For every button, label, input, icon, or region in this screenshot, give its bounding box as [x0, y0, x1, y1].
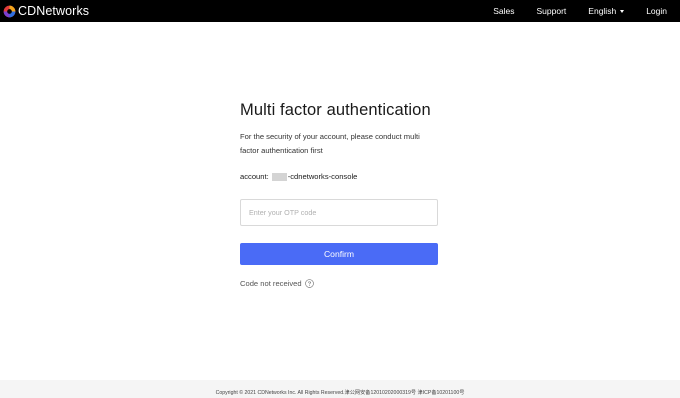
cdnetworks-logo-icon: [3, 5, 16, 17]
mfa-panel: Multi factor authentication For the secu…: [240, 101, 438, 288]
help-circle-icon[interactable]: [304, 279, 314, 288]
account-value: -cdnetworks-console: [287, 172, 358, 181]
mfa-description: For the security of your account, please…: [240, 132, 420, 155]
code-not-received-link[interactable]: Code not received: [240, 279, 438, 288]
otp-code-input[interactable]: [240, 199, 438, 226]
top-nav: Sales Support English Login: [471, 6, 667, 16]
account-label: account:: [240, 172, 269, 181]
language-dropdown[interactable]: English: [588, 6, 625, 16]
redacted-account-prefix: [271, 172, 287, 181]
language-label: English: [588, 6, 617, 16]
chevron-down-icon: [620, 9, 625, 13]
footer-copyright: Copyright © 2021 CDNetworks Inc. All Rig…: [215, 390, 465, 396]
account-row: account: -cdnetworks-console: [240, 172, 438, 181]
nav-sales-link[interactable]: Sales: [493, 6, 514, 16]
nav-support-link[interactable]: Support: [537, 6, 567, 16]
brand[interactable]: CDNetworks: [3, 4, 89, 18]
confirm-button[interactable]: Confirm: [240, 243, 438, 265]
brand-name: CDNetworks: [18, 4, 90, 18]
nav-login-link[interactable]: Login: [646, 6, 667, 16]
top-navbar: CDNetworks Sales Support English Login: [0, 0, 680, 22]
code-not-received-label: Code not received: [240, 279, 302, 288]
page-title: Multi factor authentication: [240, 101, 431, 119]
page-footer: Copyright © 2021 CDNetworks Inc. All Rig…: [0, 380, 680, 398]
